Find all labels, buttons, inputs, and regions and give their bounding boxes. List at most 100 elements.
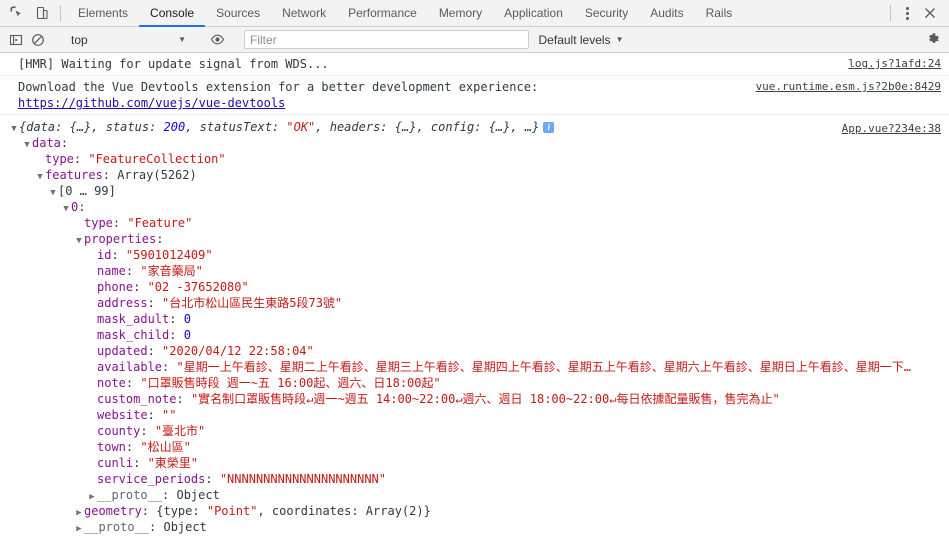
tab-application[interactable]: Application [493, 0, 574, 26]
key-separator: : [176, 392, 191, 406]
expand-triangle-closed-icon[interactable]: ▶ [87, 489, 97, 503]
vue-devtools-url[interactable]: https://github.com/vuejs/vue-devtools [18, 96, 285, 110]
object-tree-row[interactable]: ▶ __proto__: Object [0, 519, 949, 535]
object-value: "台北市松山區民生東路5段73號" [162, 296, 343, 310]
expand-triangle-open-icon[interactable]: ▼ [22, 137, 32, 151]
devtools-panel: Elements Console Sources Network Perform… [0, 0, 949, 542]
object-key: service_periods [97, 472, 206, 486]
object-tree-row[interactable]: ▸note: "口罩販售時段 週一~五 16:00起、週六、日18:00起" [0, 375, 949, 391]
expand-triangle-closed-icon[interactable]: ▶ [74, 521, 84, 535]
object-tree-row[interactable]: ▸available: "星期一上午看診、星期二上午看診、星期三上午看診、星期四… [0, 359, 949, 375]
object-key: available [97, 360, 163, 374]
key-separator: : [162, 488, 177, 502]
tab-console-label: Console [150, 6, 195, 20]
object-key: updated [97, 344, 148, 358]
console-message-hmr[interactable]: [HMR] Waiting for update signal from WDS… [0, 53, 949, 76]
object-key: county [97, 424, 141, 438]
tab-performance[interactable]: Performance [337, 0, 428, 26]
key-separator: : [140, 424, 155, 438]
tab-sources[interactable]: Sources [205, 0, 271, 26]
devtools-tabs: Elements Console Sources Network Perform… [67, 0, 884, 27]
clear-console-icon[interactable] [28, 30, 48, 50]
close-icon[interactable] [919, 3, 941, 23]
tabbar-right-icons [897, 0, 949, 26]
info-badge-icon[interactable]: i [543, 122, 555, 133]
object-tree[interactable]: ▼ {data: {…}, status: 200, statusText: "O… [0, 119, 949, 535]
object-key: phone [97, 280, 134, 294]
object-tree-row[interactable]: ▸custom_note: "實名制口罩販售時段↵週一~週五 14:00~22:… [0, 391, 949, 407]
expand-triangle-open-icon[interactable]: ▼ [61, 201, 71, 215]
object-summary-row[interactable]: ▼ {data: {…}, status: 200, statusText: "O… [0, 119, 949, 135]
source-link[interactable]: log.js?1afd:24 [848, 56, 949, 72]
key-separator: : [112, 216, 128, 230]
object-value: "松山區" [140, 440, 191, 454]
log-levels-selector[interactable]: Default levels ▼ [531, 33, 632, 47]
object-tree-row[interactable]: ▸name: "家音藥局" [0, 263, 949, 279]
object-key: cunli [97, 456, 134, 470]
expand-triangle-closed-icon[interactable]: ▶ [74, 505, 84, 519]
execution-context-selector[interactable]: top ▼ [65, 30, 190, 49]
key-separator: : [147, 408, 163, 422]
key-separator: : [102, 168, 118, 182]
tab-network[interactable]: Network [271, 0, 337, 26]
object-tree-row[interactable]: ▸address: "台北市松山區民生東路5段73號" [0, 295, 949, 311]
object-tree-row[interactable]: ▼ features: Array(5262) [0, 167, 949, 183]
object-tree-row[interactable]: ▼ properties: [0, 231, 949, 247]
tab-audits[interactable]: Audits [639, 0, 694, 26]
show-console-sidebar-icon[interactable] [6, 30, 26, 50]
object-tree-row[interactable]: ▸id: "5901012409" [0, 247, 949, 263]
inspect-element-icon[interactable] [8, 5, 25, 22]
toggle-device-toolbar-icon[interactable] [33, 5, 50, 22]
object-tree-row[interactable]: ▸service_periods: "NNNNNNNNNNNNNNNNNNNNN… [0, 471, 949, 487]
tab-security-label: Security [584, 6, 629, 20]
object-tree-row[interactable]: ▼ [0 … 99] [0, 183, 949, 199]
console-message-object[interactable]: App.vue?234e:38 ▼ {data: {…}, status: 200… [0, 119, 949, 535]
expand-triangle-open-icon[interactable]: ▼ [9, 121, 19, 135]
object-value: "NNNNNNNNNNNNNNNNNNNNN" [219, 472, 386, 486]
tab-security[interactable]: Security [574, 0, 639, 26]
console-message-vue-devtools[interactable]: Download the Vue Devtools extension for … [0, 76, 949, 115]
expand-triangle-open-icon[interactable]: ▼ [74, 233, 84, 247]
tab-application-label: Application [504, 6, 563, 20]
tab-memory[interactable]: Memory [428, 0, 493, 26]
expand-triangle-open-icon[interactable]: ▼ [48, 185, 58, 199]
object-value: Object [176, 488, 220, 502]
object-tree-row[interactable]: ▼ data: [0, 135, 949, 151]
console-output[interactable]: [HMR] Waiting for update signal from WDS… [0, 53, 949, 542]
object-tree-row[interactable]: ▸cunli: "東榮里" [0, 455, 949, 471]
tab-rails[interactable]: Rails [695, 0, 744, 26]
key-separator: : [111, 248, 126, 262]
object-tree-row[interactable]: ▸county: "臺北市" [0, 423, 949, 439]
object-tree-row[interactable]: ▸type: "Feature" [0, 215, 949, 231]
object-value: Array(5262) [117, 168, 197, 182]
object-tree-row[interactable]: ▸website: "" [0, 407, 949, 423]
live-expression-icon[interactable] [207, 30, 227, 50]
key-separator: : [156, 232, 164, 246]
object-tree-row[interactable]: ▸mask_adult: 0 [0, 311, 949, 327]
object-tree-row[interactable]: ▸type: "FeatureCollection" [0, 151, 949, 167]
console-message-line1: Download the Vue Devtools extension for … [18, 80, 539, 94]
object-key: type [45, 152, 74, 166]
tree-spacer: ▸ [87, 329, 97, 343]
filter-input[interactable] [244, 30, 529, 49]
expand-triangle-open-icon[interactable]: ▼ [35, 169, 45, 183]
source-link[interactable]: vue.runtime.esm.js?2b0e:8429 [756, 79, 949, 95]
object-key: address [97, 296, 148, 310]
object-value: Object [163, 520, 207, 534]
settings-gear-icon[interactable] [923, 30, 943, 50]
object-tree-row[interactable]: ▸town: "松山區" [0, 439, 949, 455]
object-key: __proto__ [97, 488, 163, 502]
tab-console[interactable]: Console [139, 0, 206, 27]
tabbar-divider [60, 5, 61, 21]
object-tree-row[interactable]: ▸mask_child: 0 [0, 327, 949, 343]
console-filter-bar: top ▼ Default levels ▼ [0, 27, 949, 53]
object-tree-row[interactable]: ▼ 0: [0, 199, 949, 215]
object-tree-row[interactable]: ▶ __proto__: Object [0, 487, 949, 503]
object-tree-row[interactable]: ▸updated: "2020/04/12 22:58:04" [0, 343, 949, 359]
object-tree-row[interactable]: ▶ geometry: {type: "Point", coordinates: … [0, 503, 949, 519]
tree-spacer: ▸ [87, 249, 97, 263]
more-options-icon[interactable] [897, 3, 917, 23]
tab-elements[interactable]: Elements [67, 0, 139, 26]
object-tree-row[interactable]: ▸phone: "02 -37652080" [0, 279, 949, 295]
object-value: "東榮里" [147, 456, 199, 470]
